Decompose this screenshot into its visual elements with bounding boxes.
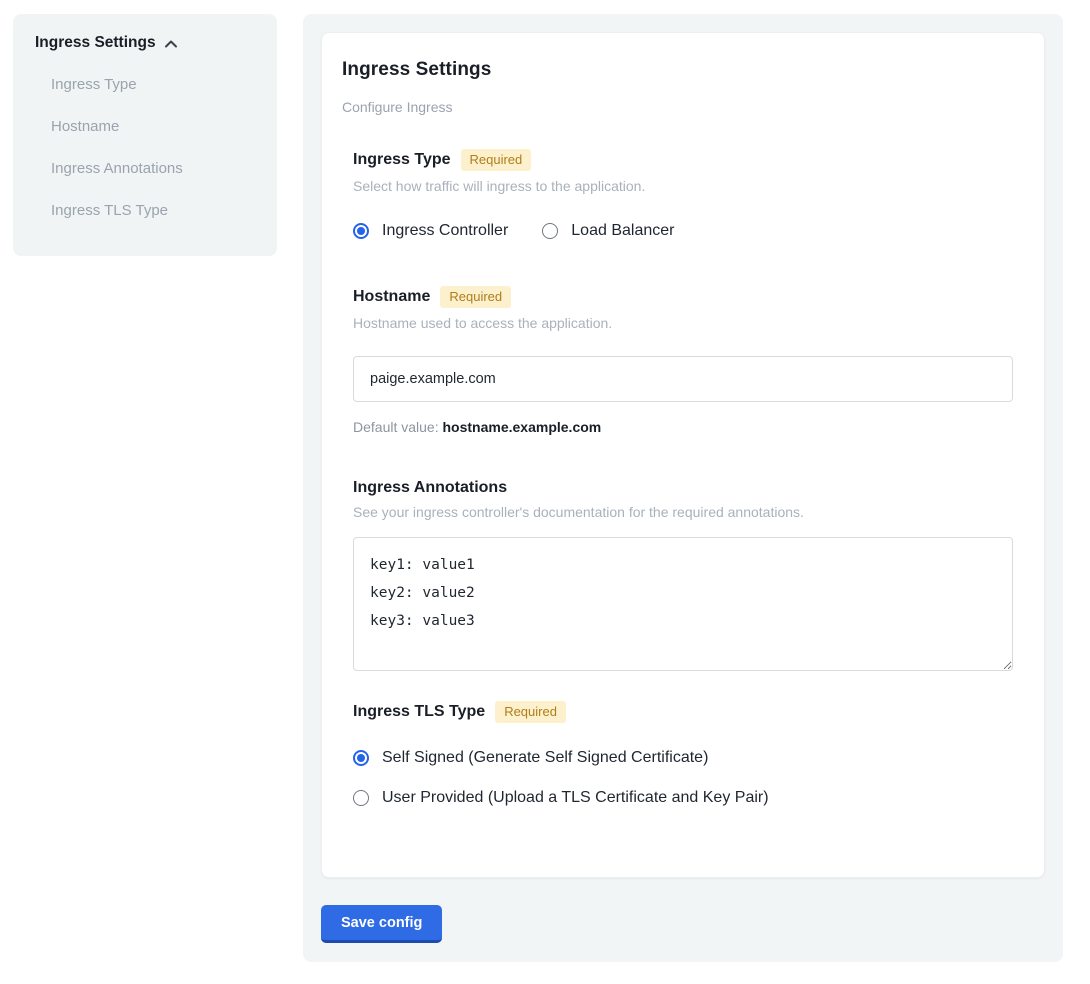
sidebar-item-ingress-tls-type[interactable]: Ingress TLS Type: [51, 190, 255, 232]
chevron-up-icon: [164, 39, 178, 49]
field-hostname: Hostname Required Hostname used to acces…: [353, 286, 1013, 435]
radio-label: User Provided (Upload a TLS Certificate …: [382, 789, 769, 807]
required-badge: Required: [461, 149, 532, 171]
sidebar-item-ingress-annotations[interactable]: Ingress Annotations: [51, 148, 255, 190]
field-ingress-tls-type: Ingress TLS Type Required Self Signed (G…: [353, 701, 1013, 807]
sidebar-item-hostname[interactable]: Hostname: [51, 106, 255, 148]
sidebar-section-toggle[interactable]: Ingress Settings: [35, 34, 255, 52]
field-head-ingress-tls-type: Ingress TLS Type Required: [353, 701, 1013, 723]
sidebar-section-title: Ingress Settings: [35, 34, 156, 52]
radio-label: Load Balancer: [571, 222, 674, 240]
settings-panel: Ingress Settings Configure Ingress Ingre…: [303, 14, 1063, 962]
hostname-help: Hostname used to access the application.: [353, 315, 1013, 331]
field-ingress-annotations: Ingress Annotations See your ingress con…: [353, 479, 1013, 671]
sidebar-item-ingress-type[interactable]: Ingress Type: [51, 64, 255, 106]
ingress-annotations-help: See your ingress controller's documentat…: [353, 504, 1013, 520]
required-badge: Required: [495, 701, 566, 723]
radio-icon[interactable]: [542, 223, 558, 239]
field-head-ingress-type: Ingress Type Required: [353, 149, 1013, 171]
sidebar: Ingress Settings Ingress Type Hostname I…: [13, 14, 277, 256]
default-value-prefix: Default value:: [353, 419, 439, 435]
ingress-type-help: Select how traffic will ingress to the a…: [353, 178, 1013, 194]
card-subtitle: Configure Ingress: [342, 99, 1013, 115]
default-value-text: hostname.example.com: [443, 419, 602, 435]
field-head-ingress-annotations: Ingress Annotations: [353, 479, 1013, 497]
ingress-settings-card: Ingress Settings Configure Ingress Ingre…: [321, 32, 1045, 878]
radio-option-ingress-controller[interactable]: Ingress Controller: [353, 222, 508, 240]
ingress-annotations-label: Ingress Annotations: [353, 479, 507, 497]
required-badge: Required: [440, 286, 511, 308]
radio-icon[interactable]: [353, 790, 369, 806]
radio-icon[interactable]: [353, 223, 369, 239]
radio-option-user-provided[interactable]: User Provided (Upload a TLS Certificate …: [353, 789, 1013, 807]
ingress-annotations-textarea[interactable]: key1: value1 key2: value2 key3: value3: [353, 537, 1013, 671]
card-title: Ingress Settings: [342, 59, 1013, 81]
hostname-default-line: Default value: hostname.example.com: [353, 419, 1013, 435]
hostname-input[interactable]: [353, 356, 1013, 402]
save-config-button[interactable]: Save config: [321, 905, 442, 943]
ingress-tls-options: Self Signed (Generate Self Signed Certif…: [353, 749, 1013, 807]
radio-icon[interactable]: [353, 750, 369, 766]
radio-label: Ingress Controller: [382, 222, 508, 240]
field-ingress-type: Ingress Type Required Select how traffic…: [353, 149, 1013, 240]
ingress-type-label: Ingress Type: [353, 151, 451, 169]
hostname-label: Hostname: [353, 288, 430, 306]
radio-option-self-signed[interactable]: Self Signed (Generate Self Signed Certif…: [353, 749, 1013, 767]
ingress-tls-type-label: Ingress TLS Type: [353, 703, 485, 721]
sidebar-nav: Ingress Type Hostname Ingress Annotation…: [35, 64, 255, 232]
field-head-hostname: Hostname Required: [353, 286, 1013, 308]
ingress-type-options: Ingress Controller Load Balancer: [353, 222, 1013, 240]
page: Ingress Settings Ingress Type Hostname I…: [0, 0, 1090, 984]
radio-option-load-balancer[interactable]: Load Balancer: [542, 222, 674, 240]
radio-label: Self Signed (Generate Self Signed Certif…: [382, 749, 708, 767]
